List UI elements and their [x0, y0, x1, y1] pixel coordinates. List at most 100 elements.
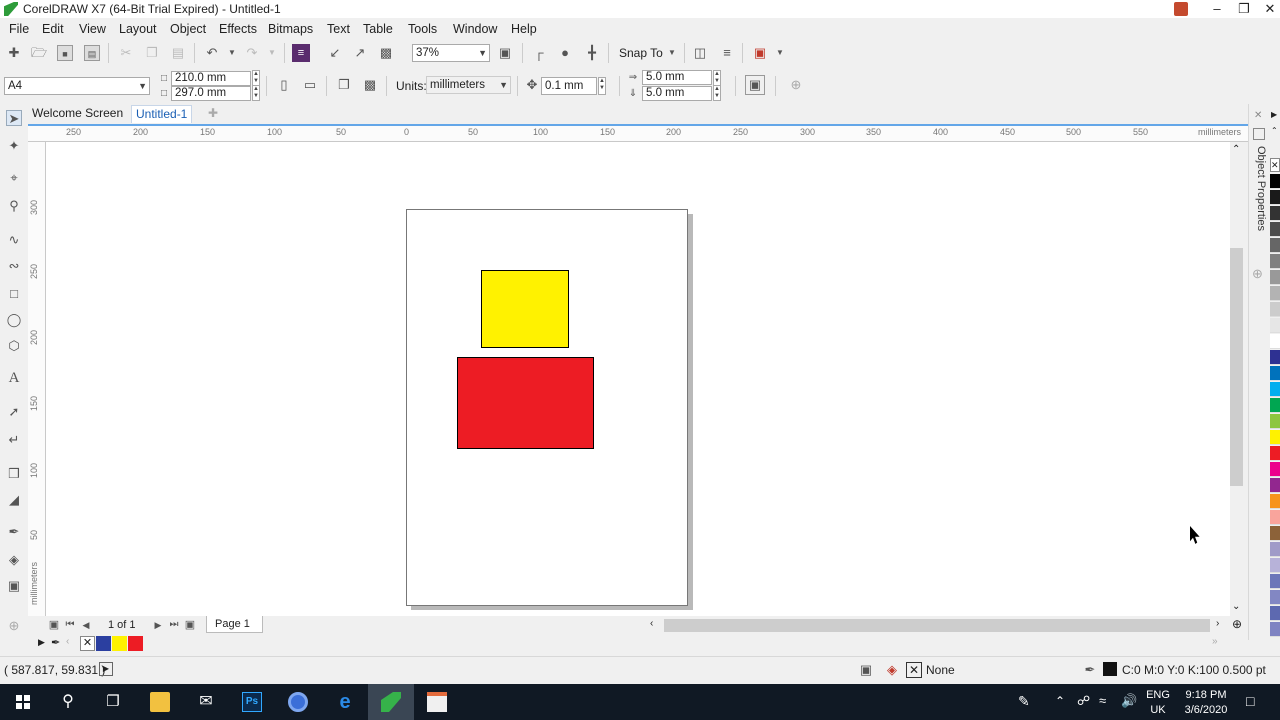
show-rulers-icon[interactable]: ┌: [531, 45, 547, 61]
menu-help[interactable]: Help: [511, 22, 537, 36]
page-size-combo[interactable]: A4 ▼: [4, 77, 150, 95]
clock[interactable]: 9:18 PM 3/6/2020: [1178, 688, 1234, 718]
menu-object[interactable]: Object: [170, 22, 206, 36]
mail-button[interactable]: ✉: [183, 684, 229, 720]
palette-swatch[interactable]: [1270, 270, 1280, 285]
pen-workspace-icon[interactable]: ✎: [1018, 693, 1030, 710]
document-palette-swatch[interactable]: [112, 636, 127, 651]
treat-as-filled-icon[interactable]: ▣: [745, 75, 765, 95]
close-button[interactable]: ✕: [1257, 0, 1280, 18]
snap-to-dropdown-icon[interactable]: ▼: [664, 45, 680, 61]
palette-swatch[interactable]: [1270, 446, 1280, 461]
docker-add-icon[interactable]: ⊕: [1252, 266, 1263, 282]
color-eyedropper-tool-icon[interactable]: ✒: [6, 524, 22, 540]
vertical-ruler[interactable]: 300 250 200 150 100 50 millimeters: [28, 142, 46, 616]
language-indicator[interactable]: ENG UK: [1144, 688, 1172, 718]
menu-view[interactable]: View: [79, 22, 106, 36]
connector-tool-icon[interactable]: ↵: [6, 432, 22, 448]
palette-swatch[interactable]: [1270, 174, 1280, 189]
paste-icon[interactable]: ▤: [170, 45, 186, 61]
palette-swatch[interactable]: [1270, 606, 1280, 621]
scroll-right-icon[interactable]: ›: [1216, 618, 1219, 629]
palette-swatch[interactable]: [1270, 542, 1280, 557]
document-palette-swatch[interactable]: [96, 636, 111, 651]
tab-welcome-screen[interactable]: Welcome Screen: [28, 105, 127, 122]
pick-tool-icon[interactable]: ➤: [6, 110, 22, 126]
coreldraw-button[interactable]: [368, 684, 414, 720]
palette-swatch[interactable]: [1270, 334, 1280, 349]
document-no-color-swatch[interactable]: ✕: [80, 636, 95, 651]
zoom-tool-icon[interactable]: ⚲: [6, 198, 22, 214]
palette-swatch[interactable]: [1270, 254, 1280, 269]
palette-swatch[interactable]: [1270, 526, 1280, 541]
artistic-media-tool-icon[interactable]: ∾: [6, 258, 22, 274]
palette-swatch[interactable]: [1270, 206, 1280, 221]
application-launcher-icon[interactable]: ≡: [719, 45, 735, 61]
page-width-spinner[interactable]: ▲ ▼: [252, 70, 260, 86]
zoom-fit-icon[interactable]: ▣: [497, 45, 513, 61]
add-page-after-icon[interactable]: ▣: [182, 617, 198, 633]
palette-swatch[interactable]: [1270, 494, 1280, 509]
horizontal-ruler[interactable]: 250 200 150 100 50 0 50 100 150 200 250 …: [28, 124, 1248, 142]
palette-swatch[interactable]: [1270, 558, 1280, 573]
rectangle-tool-icon[interactable]: □: [6, 286, 22, 302]
menu-text[interactable]: Text: [327, 22, 350, 36]
new-tab-icon[interactable]: ✚: [204, 105, 222, 122]
add-page-before-icon[interactable]: ▣: [46, 617, 62, 633]
palette-swatch[interactable]: [1270, 222, 1280, 237]
redo-dropdown-icon[interactable]: ▼: [264, 45, 280, 61]
palette-swatch[interactable]: [1270, 382, 1280, 397]
smart-fill-tool-icon[interactable]: ▣: [6, 578, 22, 594]
menu-window[interactable]: Window: [453, 22, 497, 36]
menu-table[interactable]: Table: [363, 22, 393, 36]
palette-swatch[interactable]: [1270, 190, 1280, 205]
palette-swatch[interactable]: [1270, 366, 1280, 381]
drop-shadow-tool-icon[interactable]: ❒: [6, 466, 22, 482]
zoom-navigator-icon[interactable]: ⊕: [1232, 617, 1242, 631]
docker-close-icon[interactable]: ✕: [1254, 110, 1262, 121]
show-grid-icon[interactable]: ●: [557, 45, 573, 61]
interactive-fill-tool-icon[interactable]: ◈: [6, 552, 22, 568]
transparency-tool-icon[interactable]: ◢: [6, 492, 22, 508]
palette-swatch[interactable]: [1270, 350, 1280, 365]
palette-swatch[interactable]: [1270, 414, 1280, 429]
menu-edit[interactable]: Edit: [42, 22, 64, 36]
outline-pen-icon[interactable]: ✒: [1082, 662, 1098, 678]
document-palette-scroll-right-icon[interactable]: »: [1212, 636, 1218, 647]
current-page-icon[interactable]: ▩: [362, 77, 378, 93]
color-proof-icon[interactable]: ▣: [858, 662, 874, 678]
palette-swatch[interactable]: [1270, 622, 1280, 637]
palette-swatch[interactable]: [1270, 462, 1280, 477]
palette-swatch[interactable]: [1270, 510, 1280, 525]
palette-scroll-icon[interactable]: ⌃: [1271, 126, 1278, 135]
document-palette-expand-icon[interactable]: ▶: [38, 637, 45, 648]
page-height-spinner[interactable]: ▲ ▼: [252, 85, 260, 101]
cut-icon[interactable]: ✂: [118, 45, 134, 61]
redo-icon[interactable]: ↷: [244, 45, 260, 61]
duplicate-x-field[interactable]: 5.0 mm: [642, 70, 712, 85]
add-tool-icon[interactable]: ⊕: [6, 618, 22, 634]
parallel-dimension-tool-icon[interactable]: ➚: [6, 404, 22, 420]
welcome-dropdown-icon[interactable]: ▼: [772, 45, 788, 61]
palette-swatch[interactable]: [1270, 398, 1280, 413]
zoom-level-combo[interactable]: 37% ▼: [412, 44, 490, 62]
document-palette-eyedropper-icon[interactable]: ✒: [51, 636, 60, 649]
start-button[interactable]: [0, 684, 46, 720]
menu-layout[interactable]: Layout: [119, 22, 157, 36]
no-color-swatch[interactable]: ✕: [1270, 158, 1280, 172]
file-explorer-button[interactable]: [137, 684, 183, 720]
network-icon[interactable]: ☍: [1077, 693, 1090, 709]
page-width-field[interactable]: 210.0 mm: [171, 71, 251, 86]
nudge-distance-spinner[interactable]: ▲ ▼: [598, 77, 606, 95]
vertical-scroll-thumb[interactable]: [1230, 248, 1243, 486]
export-icon[interactable]: ↗: [352, 45, 368, 61]
palette-swatch[interactable]: [1270, 318, 1280, 333]
show-hidden-icons-icon[interactable]: ⌃: [1055, 694, 1065, 708]
options-icon[interactable]: ◫: [692, 45, 708, 61]
undo-icon[interactable]: ↶: [204, 45, 220, 61]
open-icon[interactable]: 🗁: [31, 45, 47, 61]
generic-app-button[interactable]: [414, 684, 460, 720]
docker-properties-icon[interactable]: [1253, 128, 1265, 140]
fill-bucket-icon[interactable]: ◈: [884, 662, 900, 678]
yellow-rectangle[interactable]: [481, 270, 569, 348]
